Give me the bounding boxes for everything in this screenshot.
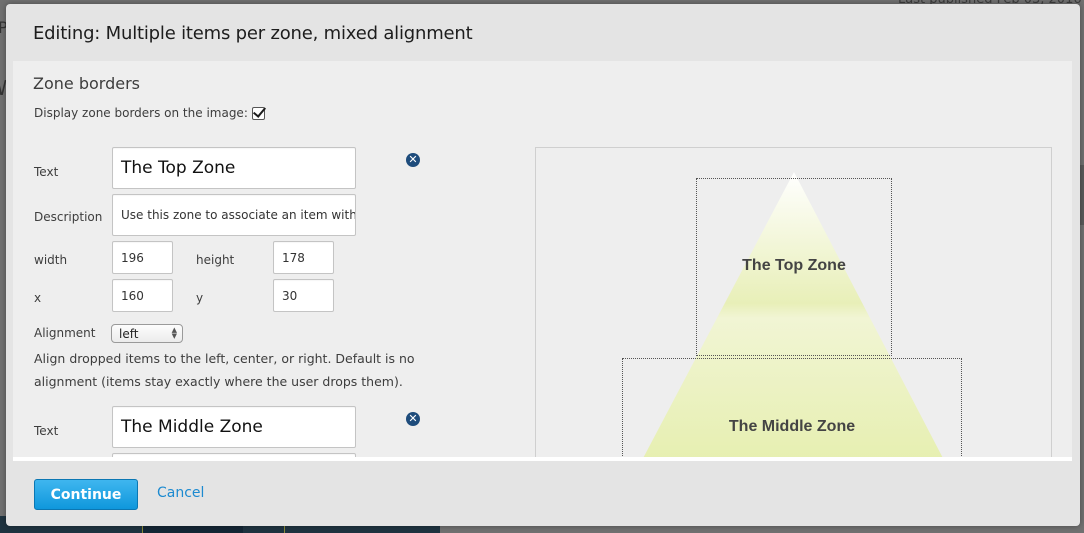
select-arrows-icon: ▲ ▼ xyxy=(171,326,177,340)
zone-alignment-select[interactable]: left ▲ ▼ xyxy=(111,324,183,343)
zone-text-input[interactable]: The Top Zone xyxy=(112,147,356,189)
middle-zone-label: The Middle Zone xyxy=(728,418,856,435)
top-zone-label: The Top Zone xyxy=(742,257,846,274)
zone-text-input[interactable]: The Middle Zone xyxy=(112,406,356,448)
remove-zone-icon[interactable]: ✕ xyxy=(406,412,420,426)
zone-height-input[interactable]: 178 xyxy=(273,241,334,274)
edit-modal: Editing: Multiple items per zone, mixed … xyxy=(6,4,1080,526)
display-borders-checkbox[interactable] xyxy=(251,106,265,120)
zone-width-input[interactable]: 196 xyxy=(112,241,173,274)
zone-text-label: Text xyxy=(34,165,59,179)
remove-zone-icon[interactable]: ✕ xyxy=(406,153,420,167)
zone-description-label: Description xyxy=(34,210,103,224)
zone-x-label: x xyxy=(34,291,42,305)
section-title: Zone borders xyxy=(33,74,140,93)
zone-height-label: height xyxy=(196,253,235,267)
cancel-link[interactable]: Cancel xyxy=(157,485,204,501)
zone-preview-image: The Top Zone The Middle Zone xyxy=(535,147,1052,457)
zone-y-label: y xyxy=(196,291,204,305)
display-borders-row: Display zone borders on the image: xyxy=(34,106,265,120)
display-borders-label: Display zone borders on the image: xyxy=(34,106,248,120)
modal-body-scroll[interactable]: Zone borders Display zone borders on the… xyxy=(13,61,1072,461)
modal-title: Editing: Multiple items per zone, mixed … xyxy=(33,23,473,44)
zone-description-input[interactable]: Use this zone to associate an item with … xyxy=(112,194,356,236)
alignment-selected-value: left xyxy=(119,326,139,341)
zone-description-input[interactable] xyxy=(112,453,356,457)
middle-zone-border xyxy=(622,358,962,457)
zone-text-label: Text xyxy=(34,424,59,438)
continue-button[interactable]: Continue xyxy=(34,479,138,510)
zone-width-label: width xyxy=(34,253,68,267)
zone-y-input[interactable]: 30 xyxy=(273,279,334,312)
zone-alignment-label: Alignment xyxy=(34,326,96,340)
alignment-help-text: Align dropped items to the left, center,… xyxy=(34,351,415,389)
zone-x-input[interactable]: 160 xyxy=(112,279,173,312)
